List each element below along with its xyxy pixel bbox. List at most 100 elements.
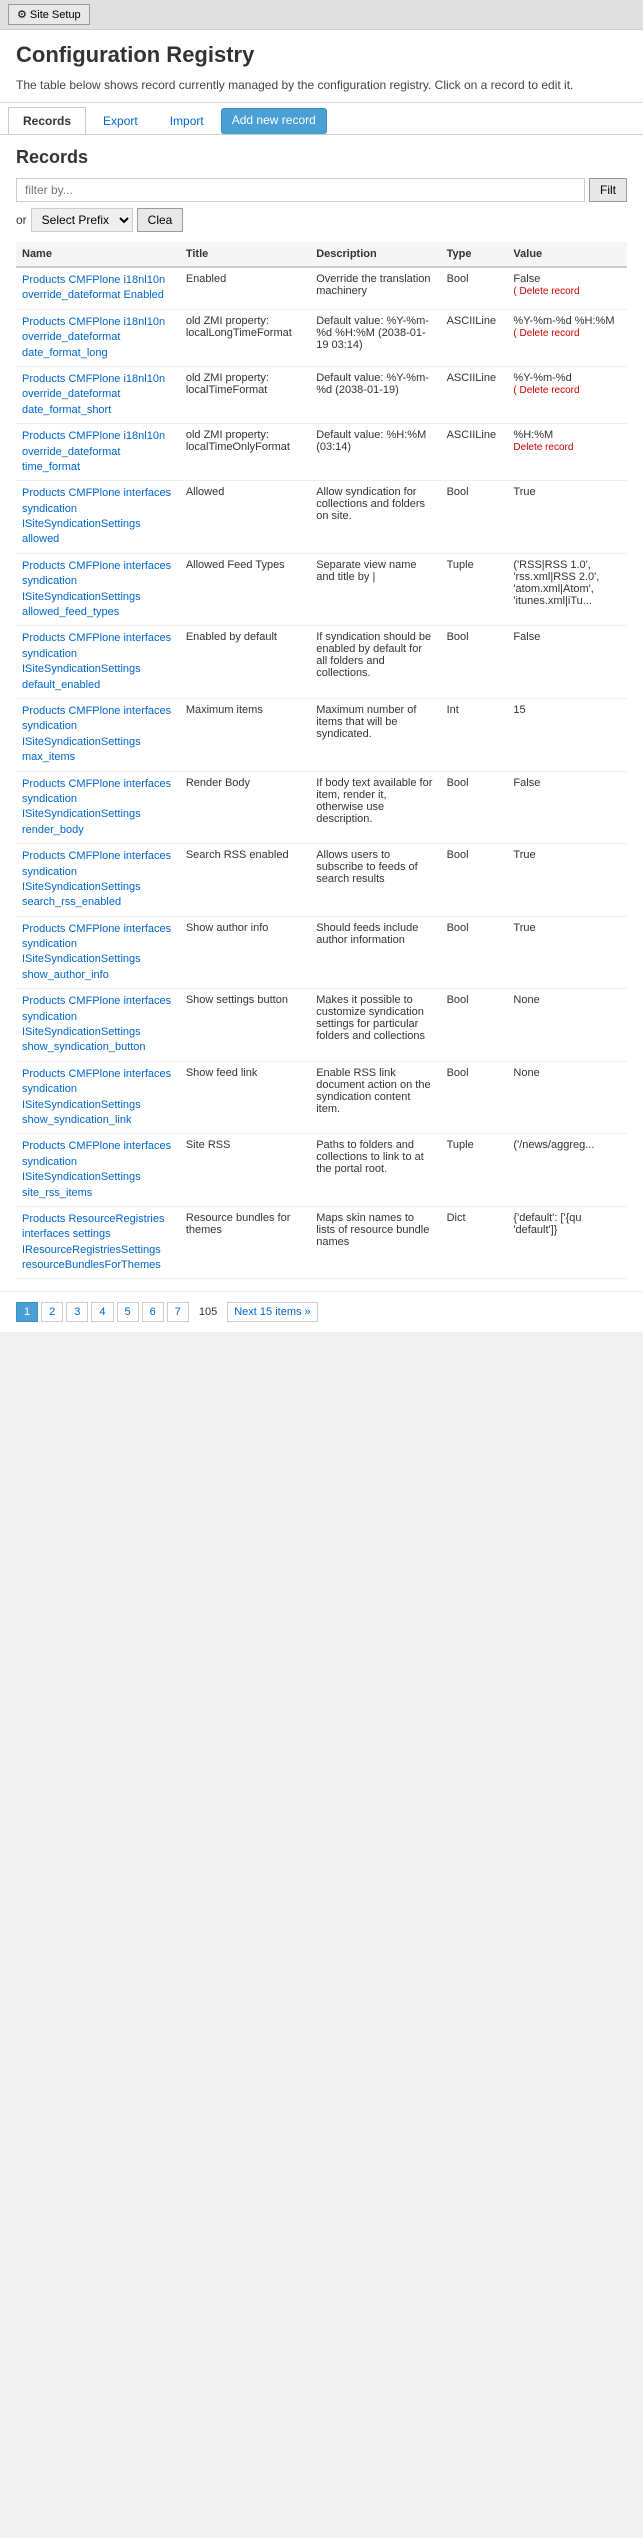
records-panel-title: Records bbox=[16, 147, 627, 168]
col-header-value: Value bbox=[507, 242, 627, 267]
record-type: Bool bbox=[441, 267, 508, 309]
record-title: Show author info bbox=[180, 916, 310, 989]
page-button-5[interactable]: 5 bbox=[117, 1302, 139, 1322]
record-value: True bbox=[507, 916, 627, 989]
col-header-name: Name bbox=[16, 242, 180, 267]
pagination-bar: 1234567105Next 15 items » bbox=[0, 1291, 643, 1332]
tabs-bar: Records Export Import Add new record bbox=[0, 103, 643, 135]
record-title: Enabled by default bbox=[180, 626, 310, 699]
record-description: Makes it possible to customize syndicati… bbox=[310, 989, 440, 1062]
tab-add-new-record[interactable]: Add new record bbox=[221, 108, 327, 134]
record-description: Override the translation machinery bbox=[310, 267, 440, 309]
record-name-link[interactable]: Products CMFPlone interfaces syndication… bbox=[22, 778, 171, 836]
record-description: Default value: %H:%M (03:14) bbox=[310, 424, 440, 481]
record-title: old ZMI property: localLongTimeFormat bbox=[180, 309, 310, 366]
record-type: Bool bbox=[441, 1061, 508, 1134]
record-title: Allowed bbox=[180, 481, 310, 554]
table-row: Products CMFPlone i18nl10n override_date… bbox=[16, 309, 627, 366]
record-type: Dict bbox=[441, 1206, 508, 1279]
page-button-1[interactable]: 1 bbox=[16, 1302, 38, 1322]
record-title: Resource bundles for themes bbox=[180, 1206, 310, 1279]
record-name-link[interactable]: Products CMFPlone interfaces syndication… bbox=[22, 705, 171, 763]
page-header: Configuration Registry The table below s… bbox=[0, 30, 643, 103]
page-button-3[interactable]: 3 bbox=[66, 1302, 88, 1322]
record-description: Allow syndication for collections and fo… bbox=[310, 481, 440, 554]
prefix-select[interactable]: Select Prefix bbox=[31, 208, 133, 232]
clear-button[interactable]: Clea bbox=[137, 208, 184, 232]
table-row: Products CMFPlone i18nl10n override_date… bbox=[16, 267, 627, 309]
page-description: The table below shows record currently m… bbox=[16, 76, 627, 94]
records-table: Name Title Description Type Value Produc… bbox=[16, 242, 627, 1279]
page-button-4[interactable]: 4 bbox=[91, 1302, 113, 1322]
record-title: Site RSS bbox=[180, 1134, 310, 1207]
record-title: Allowed Feed Types bbox=[180, 553, 310, 626]
tab-export[interactable]: Export bbox=[88, 107, 153, 134]
record-name-link[interactable]: Products CMFPlone i18nl10n override_date… bbox=[22, 274, 165, 301]
page-title: Configuration Registry bbox=[16, 42, 627, 68]
record-name-link[interactable]: Products ResourceRegistries interfaces s… bbox=[22, 1213, 164, 1271]
record-description: Default value: %Y-%m-%d %H:%M (2038-01-1… bbox=[310, 309, 440, 366]
table-row: Products CMFPlone interfaces syndication… bbox=[16, 989, 627, 1062]
record-name-link[interactable]: Products CMFPlone interfaces syndication… bbox=[22, 850, 171, 908]
record-name-link[interactable]: Products CMFPlone interfaces syndication… bbox=[22, 1068, 171, 1126]
records-panel: Records Filt or Select Prefix Clea Name … bbox=[0, 135, 643, 1291]
record-value: ('/news/aggreg... bbox=[507, 1134, 627, 1207]
record-title: Enabled bbox=[180, 267, 310, 309]
site-setup-button[interactable]: ⚙ Site Setup bbox=[8, 4, 90, 25]
record-name-link[interactable]: Products CMFPlone interfaces syndication… bbox=[22, 487, 171, 545]
filter-button[interactable]: Filt bbox=[589, 178, 627, 202]
record-title: Search RSS enabled bbox=[180, 844, 310, 917]
record-description: Separate view name and title by | bbox=[310, 553, 440, 626]
tab-records[interactable]: Records bbox=[8, 107, 86, 134]
page-button-2[interactable]: 2 bbox=[41, 1302, 63, 1322]
filter-input[interactable] bbox=[16, 178, 585, 202]
record-title: old ZMI property: localTimeOnlyFormat bbox=[180, 424, 310, 481]
col-header-type: Type bbox=[441, 242, 508, 267]
record-name-link[interactable]: Products CMFPlone interfaces syndication… bbox=[22, 560, 171, 618]
site-setup-bar: ⚙ Site Setup bbox=[0, 0, 643, 30]
record-type: Bool bbox=[441, 844, 508, 917]
record-title: old ZMI property: localTimeFormat bbox=[180, 366, 310, 423]
record-value: None bbox=[507, 989, 627, 1062]
table-row: Products CMFPlone interfaces syndication… bbox=[16, 553, 627, 626]
table-row: Products CMFPlone interfaces syndication… bbox=[16, 698, 627, 771]
record-value: False bbox=[507, 626, 627, 699]
record-value: 15 bbox=[507, 698, 627, 771]
record-value: False( Delete record bbox=[507, 267, 627, 309]
page-button-6[interactable]: 6 bbox=[142, 1302, 164, 1322]
prefix-label: or bbox=[16, 213, 27, 227]
record-description: Default value: %Y-%m-%d (2038-01-19) bbox=[310, 366, 440, 423]
delete-record-link[interactable]: ( Delete record bbox=[513, 385, 579, 396]
delete-record-link[interactable]: Delete record bbox=[513, 442, 573, 453]
record-value: None bbox=[507, 1061, 627, 1134]
record-title: Maximum items bbox=[180, 698, 310, 771]
record-name-link[interactable]: Products CMFPlone interfaces syndication… bbox=[22, 1140, 171, 1198]
record-description: If syndication should be enabled by defa… bbox=[310, 626, 440, 699]
table-row: Products CMFPlone interfaces syndication… bbox=[16, 481, 627, 554]
record-name-link[interactable]: Products CMFPlone interfaces syndication… bbox=[22, 632, 171, 690]
filter-row: Filt bbox=[16, 178, 627, 202]
record-value: ('RSS|RSS 1.0', 'rss.xml|RSS 2.0', 'atom… bbox=[507, 553, 627, 626]
record-value: %Y-%m-%d %H:%M( Delete record bbox=[507, 309, 627, 366]
table-row: Products CMFPlone i18nl10n override_date… bbox=[16, 366, 627, 423]
record-description: Maps skin names to lists of resource bun… bbox=[310, 1206, 440, 1279]
record-type: ASCIILine bbox=[441, 309, 508, 366]
delete-record-link[interactable]: ( Delete record bbox=[513, 286, 579, 297]
record-name-link[interactable]: Products CMFPlone i18nl10n override_date… bbox=[22, 373, 165, 416]
page-button-7[interactable]: 7 bbox=[167, 1302, 189, 1322]
record-name-link[interactable]: Products CMFPlone interfaces syndication… bbox=[22, 995, 171, 1053]
next-items-button[interactable]: Next 15 items » bbox=[227, 1302, 317, 1322]
tab-import[interactable]: Import bbox=[155, 107, 219, 134]
record-description: Allows users to subscribe to feeds of se… bbox=[310, 844, 440, 917]
table-row: Products CMFPlone interfaces syndication… bbox=[16, 916, 627, 989]
record-name-link[interactable]: Products CMFPlone interfaces syndication… bbox=[22, 923, 171, 981]
record-name-link[interactable]: Products CMFPlone i18nl10n override_date… bbox=[22, 430, 165, 473]
record-description: Maximum number of items that will be syn… bbox=[310, 698, 440, 771]
table-row: Products CMFPlone interfaces syndication… bbox=[16, 844, 627, 917]
record-title: Render Body bbox=[180, 771, 310, 844]
delete-record-link[interactable]: ( Delete record bbox=[513, 328, 579, 339]
table-row: Products CMFPlone interfaces syndication… bbox=[16, 626, 627, 699]
table-row: Products CMFPlone interfaces syndication… bbox=[16, 771, 627, 844]
record-name-link[interactable]: Products CMFPlone i18nl10n override_date… bbox=[22, 316, 165, 359]
record-type: ASCIILine bbox=[441, 366, 508, 423]
